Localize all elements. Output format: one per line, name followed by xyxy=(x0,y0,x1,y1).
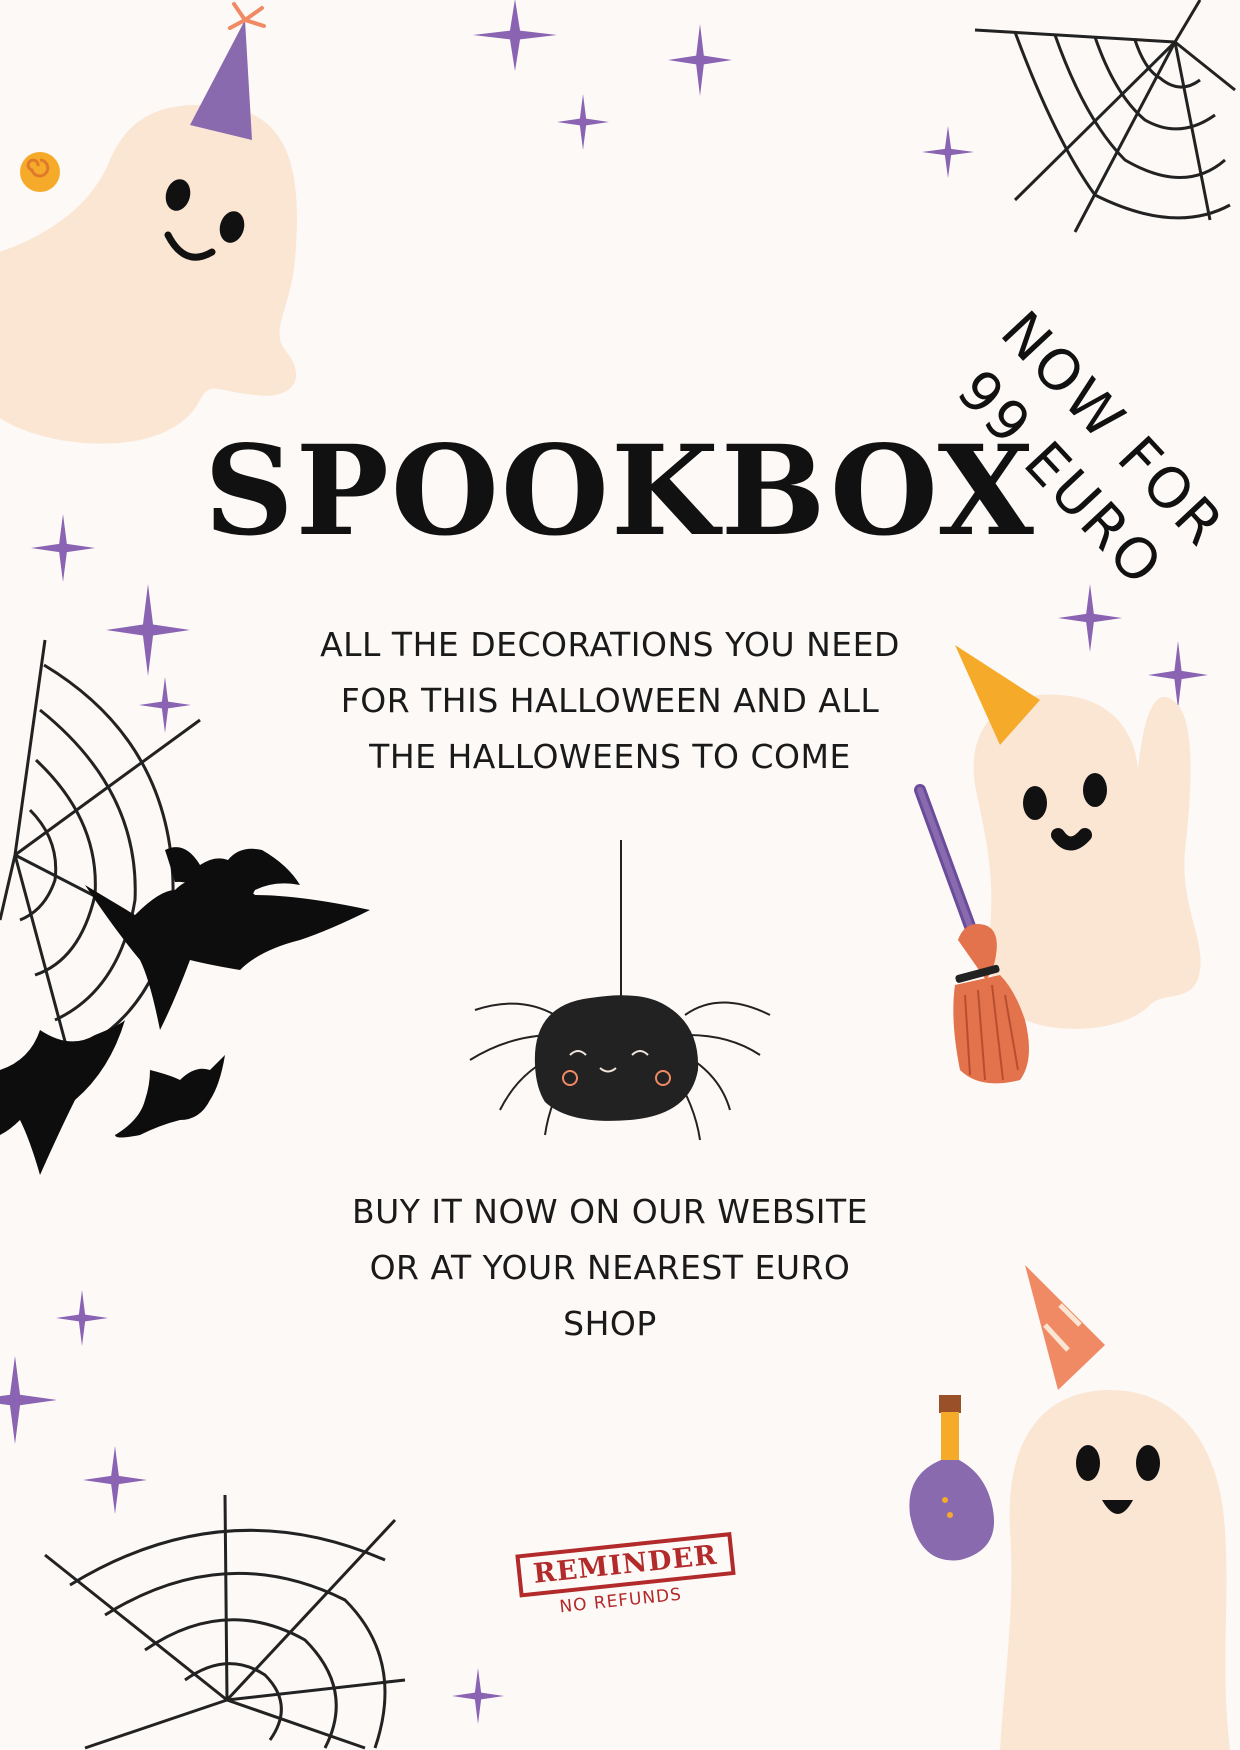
sparkle-icon xyxy=(31,514,95,582)
potion-icon xyxy=(909,1395,995,1561)
sparkle-icon xyxy=(452,1668,504,1724)
bats xyxy=(0,847,370,1175)
tagline-line: THE HALLOWEENS TO COME xyxy=(369,737,851,776)
bat-icon xyxy=(0,1020,125,1175)
cta-line: SHOP xyxy=(563,1304,657,1343)
cta-line: OR AT YOUR NEAREST EURO xyxy=(369,1248,851,1287)
tagline-line: FOR THIS HALLOWEEN AND ALL xyxy=(340,681,880,720)
spiderweb-icon xyxy=(974,0,1236,233)
sparkle-icon xyxy=(56,1290,108,1346)
reminder-stamp: REMINDER NO REFUNDS xyxy=(515,1532,736,1654)
spiderweb-icon xyxy=(44,1494,406,1750)
broom-icon xyxy=(914,784,1029,1084)
tagline: ALL THE DECORATIONS YOU NEED FOR THIS HA… xyxy=(200,617,1020,785)
sparkle-icon xyxy=(668,24,732,96)
bat-icon xyxy=(115,1055,225,1138)
page-title: SPOOKBOX xyxy=(204,419,1036,564)
call-to-action: BUY IT NOW ON OUR WEBSITE OR AT YOUR NEA… xyxy=(200,1184,1020,1352)
sparkle-icon xyxy=(473,0,557,71)
bat-icon xyxy=(85,880,370,1030)
spider-icon xyxy=(469,840,771,1141)
party-hat-icon xyxy=(1025,1265,1105,1390)
tagline-line: ALL THE DECORATIONS YOU NEED xyxy=(320,625,900,664)
cta-line: BUY IT NOW ON OUR WEBSITE xyxy=(351,1192,869,1231)
sparkle-icon xyxy=(0,1356,57,1444)
sparkle-icon xyxy=(557,94,609,150)
party-hat-icon xyxy=(190,2,266,140)
sparkle-icon xyxy=(922,126,974,178)
